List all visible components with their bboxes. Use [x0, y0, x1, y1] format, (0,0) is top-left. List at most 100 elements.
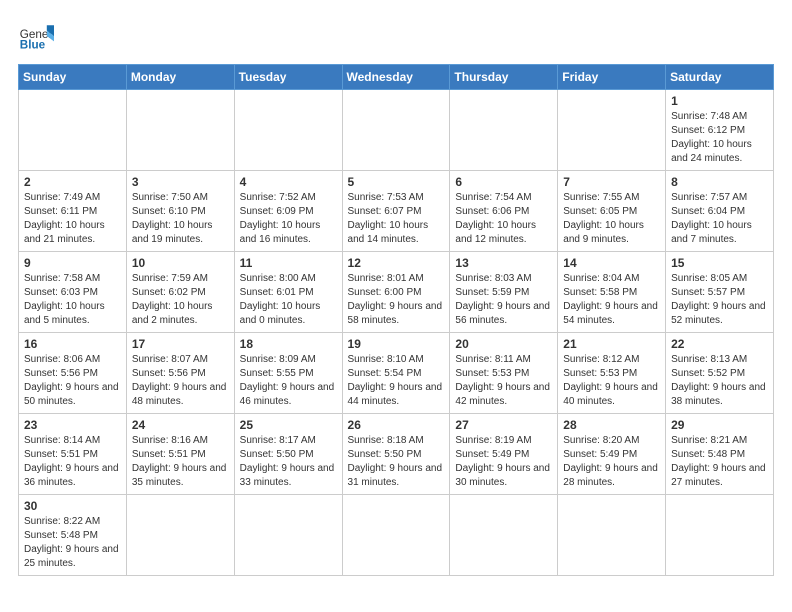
calendar: SundayMondayTuesdayWednesdayThursdayFrid… [18, 64, 774, 576]
calendar-cell: 4Sunrise: 7:52 AMSunset: 6:09 PMDaylight… [234, 171, 342, 252]
day-info: Sunrise: 8:10 AMSunset: 5:54 PMDaylight:… [348, 353, 445, 409]
day-info: Sunrise: 8:01 AMSunset: 6:00 PMDaylight:… [348, 272, 445, 328]
day-number: 13 [455, 256, 552, 270]
col-header-sunday: Sunday [19, 65, 127, 90]
calendar-cell: 12Sunrise: 8:01 AMSunset: 6:00 PMDayligh… [342, 252, 450, 333]
calendar-cell: 5Sunrise: 7:53 AMSunset: 6:07 PMDaylight… [342, 171, 450, 252]
day-info: Sunrise: 8:03 AMSunset: 5:59 PMDaylight:… [455, 272, 552, 328]
day-info: Sunrise: 8:22 AMSunset: 5:48 PMDaylight:… [24, 515, 121, 571]
day-info: Sunrise: 8:13 AMSunset: 5:52 PMDaylight:… [671, 353, 768, 409]
day-info: Sunrise: 8:20 AMSunset: 5:49 PMDaylight:… [563, 434, 660, 490]
day-info: Sunrise: 7:59 AMSunset: 6:02 PMDaylight:… [132, 272, 229, 328]
calendar-cell: 6Sunrise: 7:54 AMSunset: 6:06 PMDaylight… [450, 171, 558, 252]
calendar-week-row: 2Sunrise: 7:49 AMSunset: 6:11 PMDaylight… [19, 171, 774, 252]
calendar-week-row: 30Sunrise: 8:22 AMSunset: 5:48 PMDayligh… [19, 495, 774, 576]
calendar-cell [126, 495, 234, 576]
calendar-cell: 9Sunrise: 7:58 AMSunset: 6:03 PMDaylight… [19, 252, 127, 333]
day-number: 25 [240, 418, 337, 432]
col-header-monday: Monday [126, 65, 234, 90]
day-number: 5 [348, 175, 445, 189]
calendar-cell: 29Sunrise: 8:21 AMSunset: 5:48 PMDayligh… [666, 414, 774, 495]
calendar-cell: 25Sunrise: 8:17 AMSunset: 5:50 PMDayligh… [234, 414, 342, 495]
day-number: 23 [24, 418, 121, 432]
day-info: Sunrise: 8:19 AMSunset: 5:49 PMDaylight:… [455, 434, 552, 490]
day-number: 17 [132, 337, 229, 351]
day-number: 29 [671, 418, 768, 432]
calendar-cell: 18 Sunrise: 8:09 AMSunset: 5:55 PMDayligh… [234, 333, 342, 414]
calendar-cell: 14Sunrise: 8:04 AMSunset: 5:58 PMDayligh… [558, 252, 666, 333]
day-number: 18 [240, 337, 337, 351]
calendar-week-row: 1 Sunrise: 7:48 AMSunset: 6:12 PMDaylight… [19, 90, 774, 171]
day-info: Sunrise: 8:09 AMSunset: 5:55 PMDaylight:… [240, 353, 337, 409]
calendar-cell: 26 Sunrise: 8:18 AMSunset: 5:50 PMDayligh… [342, 414, 450, 495]
day-info: Sunrise: 8:16 AMSunset: 5:51 PMDaylight:… [132, 434, 229, 490]
day-info: Sunrise: 7:57 AMSunset: 6:04 PMDaylight:… [671, 191, 768, 247]
day-number: 26 [348, 418, 445, 432]
col-header-friday: Friday [558, 65, 666, 90]
day-info: Sunrise: 7:48 AMSunset: 6:12 PMDaylight:… [671, 110, 768, 166]
calendar-cell [19, 90, 127, 171]
calendar-cell: 17 Sunrise: 8:07 AMSunset: 5:56 PMDayligh… [126, 333, 234, 414]
day-info: Sunrise: 8:00 AMSunset: 6:01 PMDaylight:… [240, 272, 337, 328]
calendar-cell: 7 Sunrise: 7:55 AMSunset: 6:05 PMDaylight… [558, 171, 666, 252]
calendar-cell: 16 Sunrise: 8:06 AMSunset: 5:56 PMDayligh… [19, 333, 127, 414]
calendar-cell [450, 495, 558, 576]
calendar-cell: 23 Sunrise: 8:14 AMSunset: 5:51 PMDayligh… [19, 414, 127, 495]
day-info: Sunrise: 7:58 AMSunset: 6:03 PMDaylight:… [24, 272, 121, 328]
day-info: Sunrise: 7:55 AMSunset: 6:05 PMDaylight:… [563, 191, 660, 247]
day-number: 11 [240, 256, 337, 270]
calendar-cell: 13 Sunrise: 8:03 AMSunset: 5:59 PMDayligh… [450, 252, 558, 333]
calendar-cell: 28Sunrise: 8:20 AMSunset: 5:49 PMDayligh… [558, 414, 666, 495]
calendar-cell [126, 90, 234, 171]
day-number: 10 [132, 256, 229, 270]
day-number: 2 [24, 175, 121, 189]
day-number: 27 [455, 418, 552, 432]
calendar-cell: 30Sunrise: 8:22 AMSunset: 5:48 PMDayligh… [19, 495, 127, 576]
day-info: Sunrise: 8:04 AMSunset: 5:58 PMDaylight:… [563, 272, 660, 328]
day-info: Sunrise: 8:11 AMSunset: 5:53 PMDaylight:… [455, 353, 552, 409]
calendar-week-row: 16 Sunrise: 8:06 AMSunset: 5:56 PMDayligh… [19, 333, 774, 414]
logo: General Blue [18, 18, 54, 54]
calendar-cell: 3 Sunrise: 7:50 AMSunset: 6:10 PMDaylight… [126, 171, 234, 252]
day-number: 24 [132, 418, 229, 432]
calendar-cell [342, 90, 450, 171]
day-number: 20 [455, 337, 552, 351]
calendar-cell: 27 Sunrise: 8:19 AMSunset: 5:49 PMDayligh… [450, 414, 558, 495]
calendar-cell: 24 Sunrise: 8:16 AMSunset: 5:51 PMDayligh… [126, 414, 234, 495]
calendar-cell [450, 90, 558, 171]
logo-icon: General Blue [18, 18, 54, 54]
day-info: Sunrise: 8:07 AMSunset: 5:56 PMDaylight:… [132, 353, 229, 409]
day-info: Sunrise: 7:50 AMSunset: 6:10 PMDaylight:… [132, 191, 229, 247]
day-number: 21 [563, 337, 660, 351]
day-number: 15 [671, 256, 768, 270]
calendar-cell: 1 Sunrise: 7:48 AMSunset: 6:12 PMDaylight… [666, 90, 774, 171]
calendar-cell: 10 Sunrise: 7:59 AMSunset: 6:02 PMDayligh… [126, 252, 234, 333]
calendar-header-row: SundayMondayTuesdayWednesdayThursdayFrid… [19, 65, 774, 90]
day-number: 3 [132, 175, 229, 189]
svg-text:Blue: Blue [20, 39, 46, 52]
col-header-wednesday: Wednesday [342, 65, 450, 90]
day-info: Sunrise: 8:12 AMSunset: 5:53 PMDaylight:… [563, 353, 660, 409]
day-info: Sunrise: 8:18 AMSunset: 5:50 PMDaylight:… [348, 434, 445, 490]
col-header-saturday: Saturday [666, 65, 774, 90]
calendar-cell [234, 495, 342, 576]
calendar-cell [666, 495, 774, 576]
calendar-cell [234, 90, 342, 171]
day-number: 7 [563, 175, 660, 189]
calendar-week-row: 9Sunrise: 7:58 AMSunset: 6:03 PMDaylight… [19, 252, 774, 333]
day-number: 16 [24, 337, 121, 351]
day-number: 1 [671, 94, 768, 108]
day-info: Sunrise: 7:52 AMSunset: 6:09 PMDaylight:… [240, 191, 337, 247]
calendar-cell: 8 Sunrise: 7:57 AMSunset: 6:04 PMDaylight… [666, 171, 774, 252]
calendar-week-row: 23 Sunrise: 8:14 AMSunset: 5:51 PMDayligh… [19, 414, 774, 495]
calendar-cell: 15Sunrise: 8:05 AMSunset: 5:57 PMDayligh… [666, 252, 774, 333]
col-header-tuesday: Tuesday [234, 65, 342, 90]
day-info: Sunrise: 8:14 AMSunset: 5:51 PMDaylight:… [24, 434, 121, 490]
calendar-cell: 19 Sunrise: 8:10 AMSunset: 5:54 PMDayligh… [342, 333, 450, 414]
calendar-cell [558, 90, 666, 171]
calendar-cell: 20 Sunrise: 8:11 AMSunset: 5:53 PMDayligh… [450, 333, 558, 414]
day-info: Sunrise: 8:06 AMSunset: 5:56 PMDaylight:… [24, 353, 121, 409]
calendar-cell: 22Sunrise: 8:13 AMSunset: 5:52 PMDayligh… [666, 333, 774, 414]
day-number: 8 [671, 175, 768, 189]
day-number: 19 [348, 337, 445, 351]
